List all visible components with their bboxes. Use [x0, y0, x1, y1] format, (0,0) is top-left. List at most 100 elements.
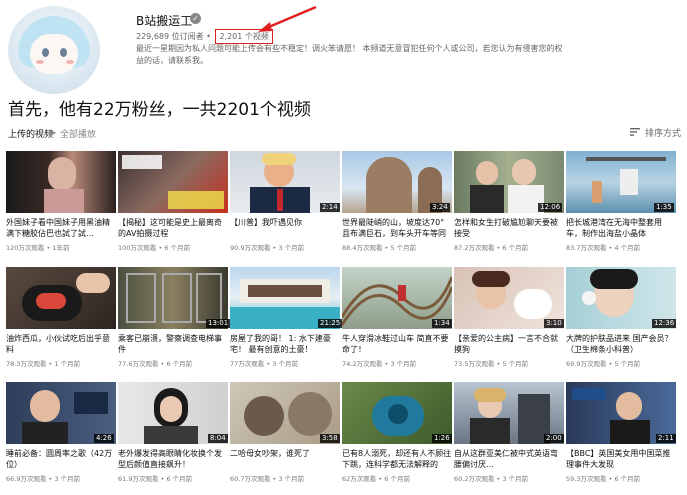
subscriber-count: 229,689 位订阅者: [136, 32, 204, 41]
video-card[interactable]: 21:25 房屋了我的哥！ 1: 水下建豪宅！ 最有创意的土豪！ 77万次观看 …: [230, 267, 343, 383]
video-meta: 87.2万次观看 • 6 个月前: [454, 244, 529, 252]
video-duration: 3:10: [544, 319, 564, 328]
thumbnail-cctv-frame: [196, 273, 222, 323]
video-card[interactable]: 外国妹子看中国妹子用黑油精满下糖胶佔巴也試了試… 120万次观看 • 1年前: [6, 151, 116, 267]
avatar-blush-right: [66, 60, 74, 64]
thumbnail-text-box: [74, 392, 108, 414]
thumbnail-figure-body: [610, 420, 650, 444]
thumbnail-cctv-frame: [126, 273, 156, 323]
video-card[interactable]: 3:10 【亲爱的公主病】一言不合就摸狗 73.5万次观看 • 5 个月前: [454, 267, 564, 383]
video-duration: 2:11: [656, 434, 676, 443]
channel-avatar[interactable]: [8, 6, 100, 94]
video-duration: 2:00: [544, 434, 564, 443]
video-meta: 100万次观看 • 6 个月前: [118, 244, 191, 252]
channel-description: 最近一星期因为私人问题可能上传会有些不稳定！调火笨请愿！ 本频道无意冒犯任何个人…: [136, 44, 563, 65]
video-card[interactable]: 4:26 睡前必备：圆周率之歌（42万位） 66.9万次观看 • 3 个月前: [6, 382, 116, 495]
thumbnail-figure-body: [470, 185, 504, 213]
video-title[interactable]: 【川普】我吓遇见你: [230, 217, 340, 228]
thumbnail-figure: [512, 159, 536, 185]
video-card[interactable]: 8:04 老外爆发得高眼睛化妆换个发型后颜值直接飙升！ 61.9万次观看 • 6…: [118, 382, 228, 495]
thumbnail-figure: [592, 181, 602, 203]
video-meta: 90.9万次观看 • 3 个月前: [230, 244, 305, 252]
video-title[interactable]: 【BBC】英国美女用中国菜推理事件大发现: [566, 448, 676, 470]
uploads-section-title: 上传的视频: [8, 130, 54, 140]
video-meta: 74.2万次观看 • 3 个月前: [342, 360, 417, 368]
video-title[interactable]: 把长城港湾在无海中整套用车，制作出海盐小晶体: [566, 217, 676, 239]
video-meta: 77万次观看 • 3 个月前: [230, 360, 298, 368]
thumbnail-text-overlay: [122, 155, 162, 169]
video-card[interactable]: 【揭秘】这可能是史上最离奇的AV拍摄过程 100万次观看 • 6 个月前: [118, 151, 228, 267]
verified-icon: ✓: [190, 13, 201, 24]
video-title[interactable]: 房屋了我的哥！ 1: 水下建豪宅！ 最有创意的土豪！: [230, 333, 340, 355]
video-title[interactable]: 睡前必备：圆周率之歌（42万位）: [6, 448, 116, 470]
video-duration: 3:58: [320, 434, 340, 443]
video-title[interactable]: 老外爆发得高眼睛化妆换个发型后颜值直接飙升！: [118, 448, 228, 470]
sort-icon[interactable]: [630, 128, 640, 136]
video-card[interactable]: 13:01 乘客已崩溃，警察调查电梯事件 77.6万次观看 • 6 个月前: [118, 267, 231, 383]
channel-name[interactable]: B站搬运工: [136, 12, 192, 29]
video-title[interactable]: 已有8人溺死，却还有人不顾往下跳，连科学都无法解释的: [342, 448, 452, 470]
video-title[interactable]: 【揭秘】这可能是史上最离奇的AV拍摄过程: [118, 217, 228, 239]
video-duration: 1:26: [432, 434, 452, 443]
video-meta: 60.2万次观看 • 3 个月前: [454, 475, 529, 483]
play-icon[interactable]: ▶: [50, 128, 56, 137]
play-all-button[interactable]: 全部播放: [60, 127, 96, 140]
video-duration: 3:24: [430, 203, 450, 212]
video-card[interactable]: 1:35 把长城港湾在无海中整套用车，制作出海盐小晶体 83.7万次观看 • 4…: [566, 151, 676, 267]
video-meta: 77.6万次观看 • 6 个月前: [118, 360, 193, 368]
caption-text: 首先，他有22万粉丝，一共2201个视频: [8, 100, 311, 120]
thumbnail-pool-center: [388, 404, 408, 424]
video-card[interactable]: 12:06 怎样和女生打破尴尬聊天要被接受 87.2万次观看 • 6 个月前: [454, 151, 564, 267]
video-thumbnail[interactable]: [118, 151, 228, 213]
video-card[interactable]: 1:34 牛人穿滑冰鞋过山车 简直不要命了！ 74.2万次观看 • 3 个月前: [342, 267, 452, 383]
avatar-face: [30, 34, 78, 74]
thumbnail-cotton: [582, 291, 596, 305]
thumbnail-dog: [288, 392, 332, 436]
video-card[interactable]: 12:36 大牌的护肤品进来 国产会员？（卫生棉条小科普） 69.9万次观看 •…: [566, 267, 677, 383]
thumbnail-figure-hair: [590, 269, 638, 289]
thumbnail-house-window: [248, 285, 322, 297]
avatar-blush-left: [36, 60, 44, 64]
thumbnail-figure-tie: [277, 189, 283, 211]
video-duration: 12:36: [652, 319, 677, 328]
video-thumbnail[interactable]: [6, 267, 116, 329]
video-title[interactable]: 乘客已崩溃，警察调查电梯事件: [118, 333, 228, 355]
thumbnail-figure-body: [144, 426, 198, 444]
thumbnail-rock: [366, 157, 412, 213]
video-title[interactable]: 世界最陡峭的山，坡度达70°且布满巨石，到车头开车等同死: [342, 217, 452, 239]
avatar-eye-right: [60, 48, 67, 57]
video-title[interactable]: 大牌的护肤品进来 国产会员？（卫生棉条小科普）: [566, 333, 676, 355]
video-card[interactable]: 2:00 自从这群亚美仁被中式英语弯腰偏讨厌… 60.2万次观看 • 3 个月前: [454, 382, 564, 495]
thumbnail-hand: [76, 273, 110, 293]
video-title[interactable]: 怎样和女生打破尴尬聊天要被接受: [454, 217, 564, 239]
video-title[interactable]: 自从这群亚美仁被中式英语弯腰偏讨厌…: [454, 448, 564, 470]
video-meta: 69.9万次观看 • 5 个月前: [566, 360, 641, 368]
video-thumbnail[interactable]: [6, 151, 116, 213]
video-card[interactable]: 2:11 【BBC】英国美女用中国菜推理事件大发现 59.3万次观看 • 6 个…: [566, 382, 676, 495]
video-card[interactable]: 3:24 世界最陡峭的山，坡度达70°且布满巨石，到车头开车等同死 88.4万次…: [342, 151, 452, 267]
video-meta: 59.3万次观看 • 6 个月前: [566, 475, 641, 483]
video-meta: 73.5万次观看 • 5 个月前: [454, 360, 529, 368]
thumbnail-dog: [244, 396, 284, 436]
thumbnail-text-overlay: [572, 388, 606, 400]
video-duration: 8:04: [208, 434, 228, 443]
video-row: 外国妹子看中国妹子用黑油精满下糖胶佔巴也試了試… 120万次观看 • 1年前 【…: [6, 151, 678, 267]
video-title[interactable]: 二哈母女吵架，谁死了: [230, 448, 340, 459]
video-card[interactable]: 2:14 【川普】我吓遇见你 90.9万次观看 • 3 个月前: [230, 151, 340, 267]
video-title[interactable]: 油炸西瓜，小伙试吃后出乎意料: [6, 333, 116, 355]
video-meta: 83.7万次观看 • 4 个月前: [566, 244, 641, 252]
video-grid: 外国妹子看中国妹子用黑油精满下糖胶佔巴也試了試… 120万次观看 • 1年前 【…: [6, 151, 678, 495]
avatar-eye-left: [42, 48, 49, 57]
video-title[interactable]: 牛人穿滑冰鞋过山车 简直不要命了！: [342, 333, 452, 355]
thumbnail-figure-body: [470, 418, 510, 444]
video-card[interactable]: 1:26 已有8人溺死，却还有人不顾往下跳，连科学都无法解释的 62万次观看 •…: [342, 382, 452, 495]
video-duration: 2:14: [320, 203, 340, 212]
video-meta: 62万次观看 • 6 个月前: [342, 475, 410, 483]
video-title[interactable]: 外国妹子看中国妹子用黑油精满下糖胶佔巴也試了試…: [6, 217, 116, 239]
video-title[interactable]: 【亲爱的公主病】一言不合就摸狗: [454, 333, 564, 355]
thumbnail-figure-suit: [22, 422, 68, 444]
sort-button[interactable]: 排序方式: [645, 126, 681, 139]
thumbnail-object: [620, 169, 638, 195]
video-card[interactable]: 油炸西瓜，小伙试吃后出乎意料 78.3万次观看 • 1 个月前: [6, 267, 116, 383]
video-card[interactable]: 3:58 二哈母女吵架，谁死了 60.7万次观看 • 3 个月前: [230, 382, 340, 495]
